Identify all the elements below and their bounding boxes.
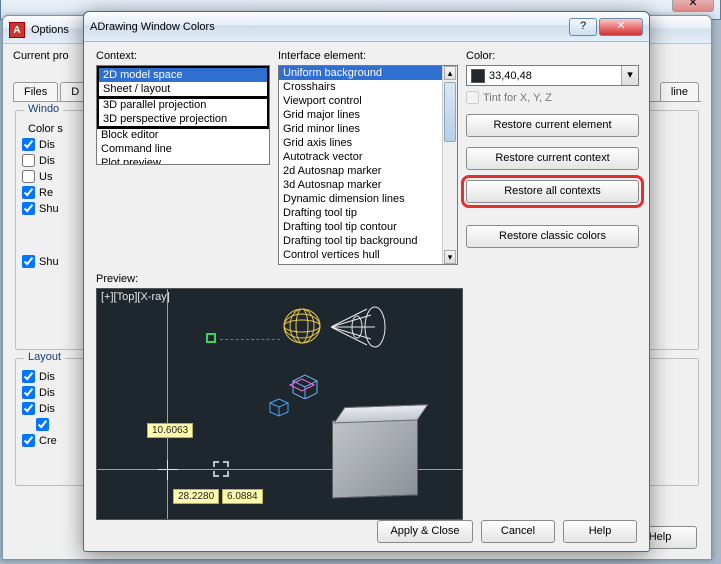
restore-current-context-button[interactable]: Restore current context [466,147,639,170]
chk-re-label: Re [39,187,53,199]
interface-item[interactable]: 3d Autosnap marker [279,178,442,192]
interface-label: Interface element: [278,50,458,62]
interface-item[interactable]: Dynamic dimension lines [279,192,442,206]
chk-l-dis3-label: Dis [39,403,55,415]
group-layout-title: Layout [24,351,65,363]
interface-item[interactable]: Grid major lines [279,108,442,122]
chk-us[interactable] [22,170,35,183]
context-item[interactable]: Plot preview [97,156,269,165]
preview-dim-tag: 10.6063 [147,423,193,438]
chk-l-dis2[interactable] [22,386,35,399]
color-label: Color: [466,50,639,62]
color-combo[interactable]: 33,40,48 ▾ [466,65,639,86]
options-title: Options [31,24,69,36]
scroll-down-icon[interactable]: ▾ [444,250,456,264]
preview-wire-sphere-icon [282,307,322,345]
context-item[interactable]: Sheet / layout [99,82,267,96]
tint-checkbox [466,91,479,104]
chk-l-dis1[interactable] [22,370,35,383]
preview-corner-text: [+][Top][X-ray] [101,291,170,303]
chevron-down-icon[interactable]: ▾ [621,66,638,85]
preview-snap-marker-icon [206,333,216,343]
interface-item[interactable]: Grid axis lines [279,136,442,150]
tab-files[interactable]: Files [13,82,58,101]
group-window-title: Windo [24,103,63,115]
chk-l-dis2-label: Dis [39,387,55,399]
chk-shu2-label: Shu [39,256,59,268]
context-item[interactable]: 2D model space [99,68,267,82]
preview-dim-tag: 28.2280 [173,489,219,504]
chk-dis2[interactable] [22,154,35,167]
chk-cre-label: Cre [39,435,57,447]
context-item[interactable]: Command line [97,142,269,156]
interface-item[interactable]: Drafting tool tip [279,206,442,220]
restore-current-element-button[interactable]: Restore current element [466,114,639,137]
cancel-button[interactable]: Cancel [481,520,555,543]
interface-item[interactable]: Drafting tool tip background [279,234,442,248]
restore-classic-colors-button[interactable]: Restore classic colors [466,225,639,248]
apply-close-button[interactable]: Apply & Close [377,520,473,543]
interface-item[interactable]: Uniform background [279,66,442,80]
preview-wire-box1-icon [289,373,319,399]
preview-label: Preview: [96,273,637,285]
chk-dis1[interactable] [22,138,35,151]
interface-item[interactable]: Autotrack vector [279,150,442,164]
context-label: Context: [96,50,270,62]
preview-axis-v [167,289,168,519]
dwc-close-winbutton[interactable]: ✕ [599,18,643,36]
app-icon: A [9,22,25,38]
restore-all-contexts-button[interactable]: Restore all contexts [466,180,639,203]
context-item[interactable]: 3D perspective projection [99,112,267,126]
interface-item[interactable]: Viewport control [279,94,442,108]
dwc-titlebar[interactable]: A Drawing Window Colors ? ✕ [84,12,649,42]
drawing-window-colors-dialog: A Drawing Window Colors ? ✕ Context: 2D … [83,11,650,552]
interface-item[interactable]: Grid minor lines [279,122,442,136]
preview-pickbox-icon [213,461,229,477]
chk-us-label: Us [39,171,52,183]
scroll-thumb[interactable] [444,82,456,142]
interface-item[interactable]: Drafting tool tip contour [279,220,442,234]
chk-l-dis1-label: Dis [39,371,55,383]
chk-re[interactable] [22,186,35,199]
interface-scrollbar[interactable]: ▴ ▾ [442,66,457,264]
interface-item[interactable]: Light glyphs [279,262,442,264]
background-close-button[interactable]: ✕ [672,0,714,12]
dwc-help-winbutton[interactable]: ? [569,18,597,36]
context-listbox[interactable]: 2D model space Sheet / layout 3D paralle… [96,65,270,165]
chk-shu[interactable] [22,202,35,215]
preview-panel: [+][Top][X-ray] [96,288,463,520]
dwc-app-icon: A [90,21,97,33]
chk-cre[interactable] [22,434,35,447]
context-item[interactable]: Block editor [97,128,269,142]
interface-item[interactable]: Crosshairs [279,80,442,94]
color-value: 33,40,48 [489,70,532,82]
interface-item[interactable]: Control vertices hull [279,248,442,262]
dwc-title-text: Drawing Window Colors [97,21,214,33]
preview-wire-box2-icon [267,397,291,417]
interface-item[interactable]: 2d Autosnap marker [279,164,442,178]
chk-dis1-label: Dis [39,139,55,151]
chk-l-dis3[interactable] [22,402,35,415]
preview-wire-cone-icon [329,303,387,351]
help-button[interactable]: Help [563,520,637,543]
context-item[interactable]: 3D parallel projection [99,98,267,112]
chk-shu2[interactable] [22,255,35,268]
tint-label: Tint for X, Y, Z [483,92,552,104]
interface-listbox[interactable]: Uniform background Crosshairs Viewport c… [278,65,458,265]
preview-crosshair-icon [162,464,174,476]
preview-solid-box [332,417,418,498]
chk-shu-label: Shu [39,203,59,215]
chk-l-sub[interactable] [36,418,49,431]
chk-dis2-label: Dis [39,155,55,167]
scroll-up-icon[interactable]: ▴ [444,66,456,80]
color-swatch [471,69,485,83]
tab-line[interactable]: line [660,82,699,101]
preview-dim-tag: 6.0884 [222,489,263,504]
